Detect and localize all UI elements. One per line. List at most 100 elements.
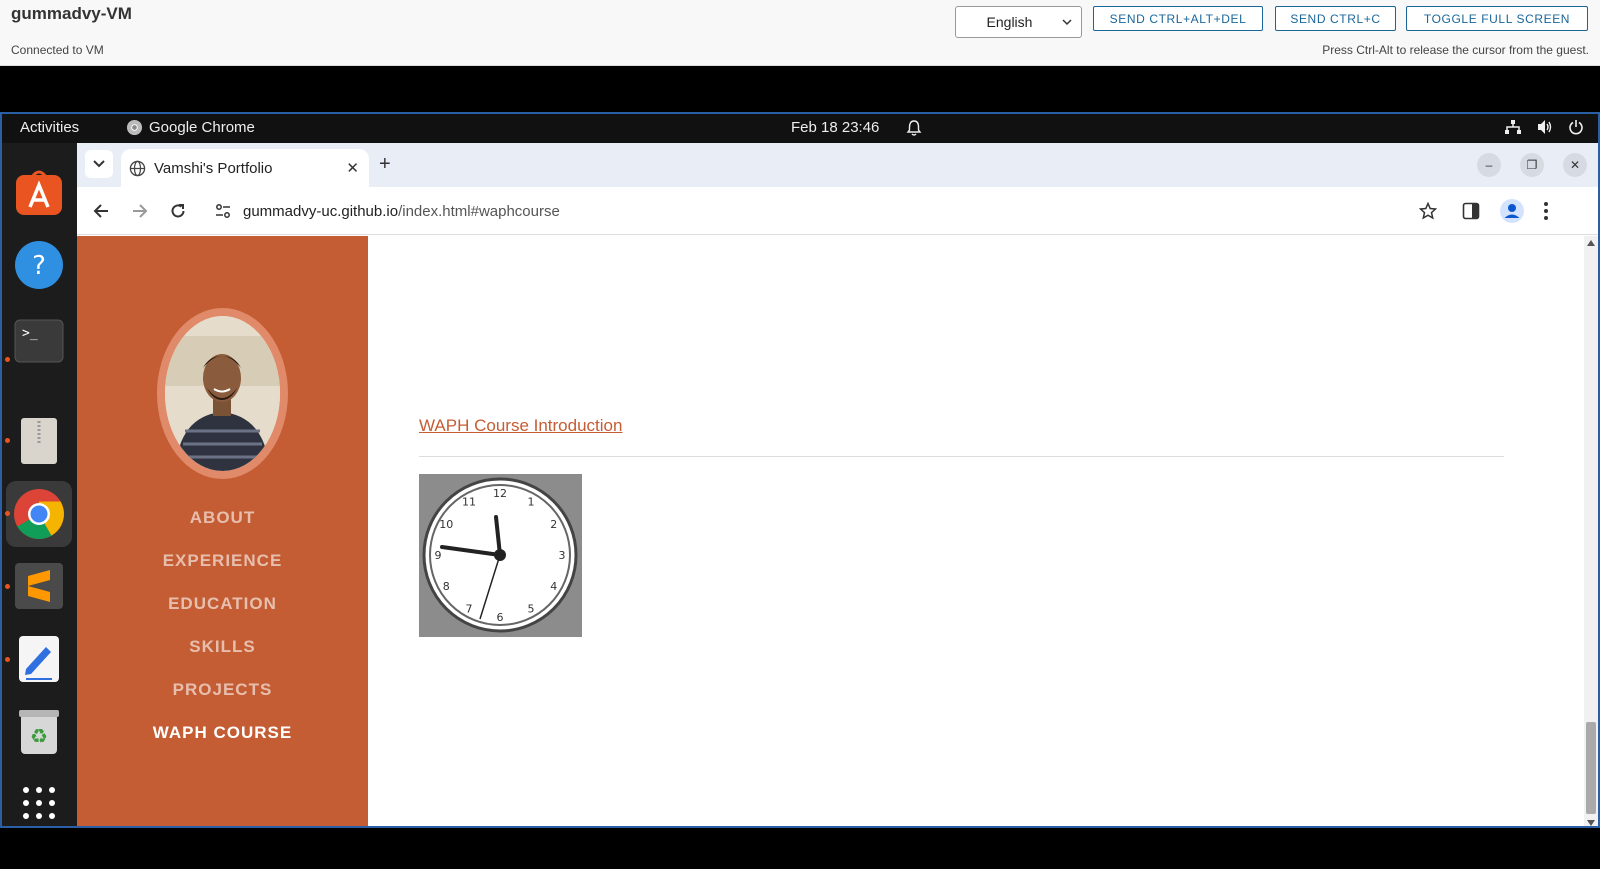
nav-experience[interactable]: EXPERIENCE bbox=[77, 551, 368, 571]
dock: ? >_ ♻ bbox=[2, 143, 77, 826]
scroll-down-icon[interactable] bbox=[1587, 820, 1595, 826]
help-icon: ? bbox=[15, 241, 63, 289]
date-time[interactable]: Feb 18 23:46 bbox=[791, 119, 879, 136]
activities-button[interactable]: Activities bbox=[20, 119, 79, 136]
globe-icon bbox=[129, 160, 146, 176]
nav-about[interactable]: ABOUT bbox=[77, 508, 368, 528]
browser-toolbar: gummadvy-uc.github.io/index.html#waphcou… bbox=[77, 187, 1598, 235]
web-page: ABOUT EXPERIENCE EDUCATION SKILLS PROJEC… bbox=[77, 236, 1598, 826]
clock-numeral: 6 bbox=[497, 611, 504, 624]
vm-connection-status: Connected to VM bbox=[11, 43, 104, 57]
url-text: gummadvy-uc.github.io/index.html#waphcou… bbox=[243, 203, 560, 220]
power-icon bbox=[1569, 120, 1583, 135]
clock-numeral: 5 bbox=[528, 603, 535, 616]
clock-numeral: 1 bbox=[528, 495, 535, 508]
gnome-top-bar: Activities Google Chrome Feb 18 23:46 bbox=[2, 114, 1598, 143]
side-panel-icon[interactable] bbox=[1462, 202, 1480, 220]
dock-google-chrome[interactable] bbox=[6, 481, 72, 547]
grid-icon bbox=[23, 787, 55, 819]
arrow-right-icon bbox=[133, 204, 148, 218]
chrome-window: Vamshi's Portfolio ✕ + – ❐ ✕ gummadvy-uc… bbox=[77, 143, 1598, 826]
close-tab-icon[interactable]: ✕ bbox=[346, 159, 359, 177]
profile-avatar-icon[interactable] bbox=[1500, 199, 1524, 223]
bookmark-star-icon[interactable] bbox=[1419, 202, 1437, 220]
clock-numeral: 9 bbox=[435, 549, 442, 562]
scrollbar-thumb[interactable] bbox=[1586, 722, 1596, 814]
nav-projects[interactable]: PROJECTS bbox=[77, 680, 368, 700]
bell-icon[interactable] bbox=[906, 119, 922, 137]
minimize-button[interactable]: – bbox=[1477, 153, 1501, 177]
network-icon bbox=[1505, 120, 1521, 134]
restore-button[interactable]: ❐ bbox=[1520, 153, 1544, 177]
main-content: WAPH Course Introduction 12 1 2 3 4 5 6 7 8 9 10 11 bbox=[368, 236, 1598, 826]
nav-skills[interactable]: SKILLS bbox=[77, 637, 368, 657]
send-ctrl-c-button[interactable]: SEND CTRL+C bbox=[1275, 6, 1396, 31]
person-photo-illustration bbox=[165, 316, 280, 471]
address-bar[interactable]: gummadvy-uc.github.io/index.html#waphcou… bbox=[207, 193, 1449, 229]
clock-numeral: 4 bbox=[550, 580, 557, 593]
close-window-button[interactable]: ✕ bbox=[1563, 153, 1587, 177]
forward-button[interactable] bbox=[128, 199, 152, 223]
svg-text:?: ? bbox=[32, 251, 46, 281]
more-menu-icon[interactable] bbox=[1543, 201, 1549, 221]
nav-education[interactable]: EDUCATION bbox=[77, 594, 368, 614]
chevron-down-icon bbox=[1062, 19, 1072, 26]
system-tray[interactable] bbox=[1504, 119, 1584, 135]
clock-numeral: 2 bbox=[550, 518, 557, 531]
clock-numeral: 3 bbox=[559, 549, 566, 562]
dock-trash[interactable]: ♻ bbox=[14, 707, 64, 757]
clock-face: 121234567891011 bbox=[422, 477, 578, 633]
reload-icon bbox=[171, 204, 185, 218]
vm-console-header: gummadvy-VM Connected to VM English SEND… bbox=[0, 0, 1600, 66]
new-tab-button[interactable]: + bbox=[379, 153, 391, 176]
dock-sublime-text[interactable] bbox=[14, 561, 64, 611]
reload-button[interactable] bbox=[166, 199, 190, 223]
trash-icon: ♻ bbox=[19, 710, 59, 754]
url-path: /index.html#waphcourse bbox=[398, 202, 560, 220]
terminal-icon: >_ bbox=[14, 319, 64, 363]
nav-waph-course[interactable]: WAPH COURSE bbox=[77, 723, 368, 743]
dock-terminal[interactable]: >_ bbox=[14, 316, 64, 366]
svg-text:♻: ♻ bbox=[30, 724, 48, 748]
tab-search-button[interactable] bbox=[85, 150, 113, 178]
app-center-icon bbox=[16, 170, 62, 215]
volume-icon bbox=[1538, 120, 1552, 134]
svg-text:>_: >_ bbox=[22, 326, 38, 341]
section-divider bbox=[419, 456, 1504, 457]
app-name: Google Chrome bbox=[149, 119, 255, 136]
clock-numeral: 8 bbox=[443, 580, 450, 593]
guest-desktop[interactable]: Activities Google Chrome Feb 18 23:46 ? … bbox=[0, 112, 1600, 828]
dock-show-apps[interactable] bbox=[14, 778, 64, 826]
vm-release-hint: Press Ctrl-Alt to release the cursor fro… bbox=[1322, 43, 1589, 57]
url-host: gummadvy-uc.github.io bbox=[243, 202, 399, 220]
page-scrollbar[interactable] bbox=[1584, 236, 1598, 826]
vm-title: gummadvy-VM bbox=[11, 4, 132, 23]
tab-vamshis-portfolio[interactable]: Vamshi's Portfolio ✕ bbox=[121, 149, 369, 187]
back-button[interactable] bbox=[89, 199, 113, 223]
chevron-down-icon bbox=[93, 160, 105, 168]
dock-app-center[interactable] bbox=[14, 167, 64, 217]
site-settings-icon[interactable] bbox=[215, 203, 231, 219]
send-ctrl-alt-del-button[interactable]: SEND CTRL+ALT+DEL bbox=[1093, 6, 1263, 31]
language-value: English bbox=[986, 14, 1033, 30]
sublime-text-icon bbox=[15, 563, 63, 609]
waph-course-introduction-link[interactable]: WAPH Course Introduction bbox=[419, 416, 622, 436]
clock-numeral: 12 bbox=[493, 487, 507, 500]
scroll-up-icon[interactable] bbox=[1587, 240, 1595, 246]
dock-archive-manager[interactable] bbox=[14, 416, 64, 466]
dock-text-editor[interactable] bbox=[14, 634, 64, 684]
chrome-icon bbox=[14, 489, 64, 539]
language-select[interactable]: English bbox=[955, 6, 1082, 38]
app-menu[interactable]: Google Chrome bbox=[126, 119, 255, 136]
archive-icon bbox=[21, 418, 57, 464]
text-editor-icon bbox=[19, 636, 59, 682]
tab-strip: Vamshi's Portfolio ✕ + – ❐ ✕ bbox=[77, 143, 1598, 187]
portfolio-sidenav: ABOUT EXPERIENCE EDUCATION SKILLS PROJEC… bbox=[77, 236, 368, 826]
arrow-left-icon bbox=[93, 204, 108, 218]
tab-title: Vamshi's Portfolio bbox=[154, 159, 273, 177]
clock-numeral: 11 bbox=[462, 495, 476, 508]
analog-clock: 12 1 2 3 4 5 6 7 8 9 10 11 bbox=[419, 474, 582, 637]
chrome-small-icon bbox=[126, 119, 143, 136]
toggle-full-screen-button[interactable]: TOGGLE FULL SCREEN bbox=[1406, 6, 1588, 31]
dock-help[interactable]: ? bbox=[14, 240, 64, 290]
